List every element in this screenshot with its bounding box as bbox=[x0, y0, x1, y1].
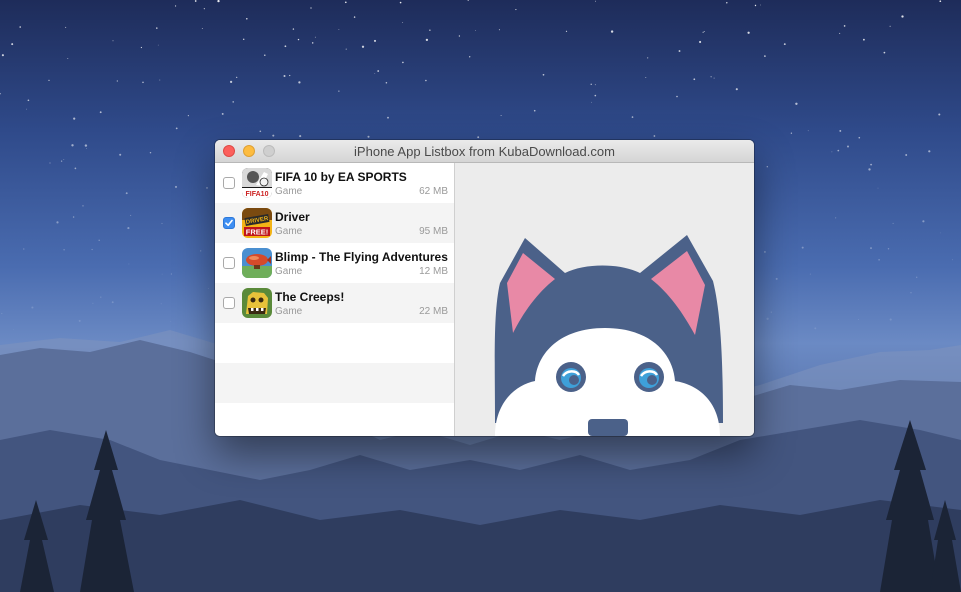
driver-free-label: FREE! bbox=[246, 228, 269, 237]
empty-row bbox=[215, 403, 454, 436]
app-name: FIFA 10 by EA SPORTS bbox=[275, 170, 407, 184]
detail-pane bbox=[455, 163, 754, 436]
driver-icon: DRIVER FREE! bbox=[242, 208, 272, 238]
empty-row bbox=[215, 323, 454, 363]
app-window: iPhone App Listbox from KubaDownload.com… bbox=[215, 140, 754, 436]
row-checkbox[interactable] bbox=[223, 257, 235, 269]
app-size: 22 MB bbox=[419, 306, 448, 317]
list-item[interactable]: FIFA10 FIFA 10 by EA SPORTS Game 62 MB bbox=[215, 163, 454, 203]
app-category: Game bbox=[275, 266, 303, 277]
app-category: Game bbox=[275, 226, 303, 237]
fifa-icon-label: FIFA10 bbox=[246, 191, 269, 198]
app-name: The Creeps! bbox=[275, 290, 345, 304]
app-name: Driver bbox=[275, 210, 310, 224]
row-checkbox[interactable] bbox=[223, 297, 235, 309]
app-listbox[interactable]: FIFA10 FIFA 10 by EA SPORTS Game 62 MB D… bbox=[215, 163, 455, 436]
empty-row bbox=[215, 363, 454, 403]
app-name: Blimp - The Flying Adventures bbox=[275, 250, 448, 264]
title-bar[interactable]: iPhone App Listbox from KubaDownload.com bbox=[215, 140, 754, 163]
list-item[interactable]: Blimp - The Flying Adventures Game 12 MB bbox=[215, 243, 454, 283]
list-item[interactable]: DRIVER FREE! Driver Game 95 MB bbox=[215, 203, 454, 243]
list-item[interactable]: The Creeps! Game 22 MB bbox=[215, 283, 454, 323]
creeps-icon bbox=[242, 288, 272, 318]
row-checkbox-checked[interactable] bbox=[223, 217, 235, 229]
window-title: iPhone App Listbox from KubaDownload.com bbox=[354, 144, 615, 159]
husky-mascot-icon bbox=[494, 235, 723, 436]
app-size: 95 MB bbox=[419, 226, 448, 237]
app-category: Game bbox=[275, 306, 303, 317]
app-category: Game bbox=[275, 186, 303, 197]
app-size: 12 MB bbox=[419, 266, 448, 277]
checkmark-icon bbox=[225, 219, 233, 227]
row-checkbox[interactable] bbox=[223, 177, 235, 189]
blimp-icon bbox=[242, 248, 272, 278]
app-size: 62 MB bbox=[419, 186, 448, 197]
fifa-icon: FIFA10 bbox=[242, 168, 272, 198]
